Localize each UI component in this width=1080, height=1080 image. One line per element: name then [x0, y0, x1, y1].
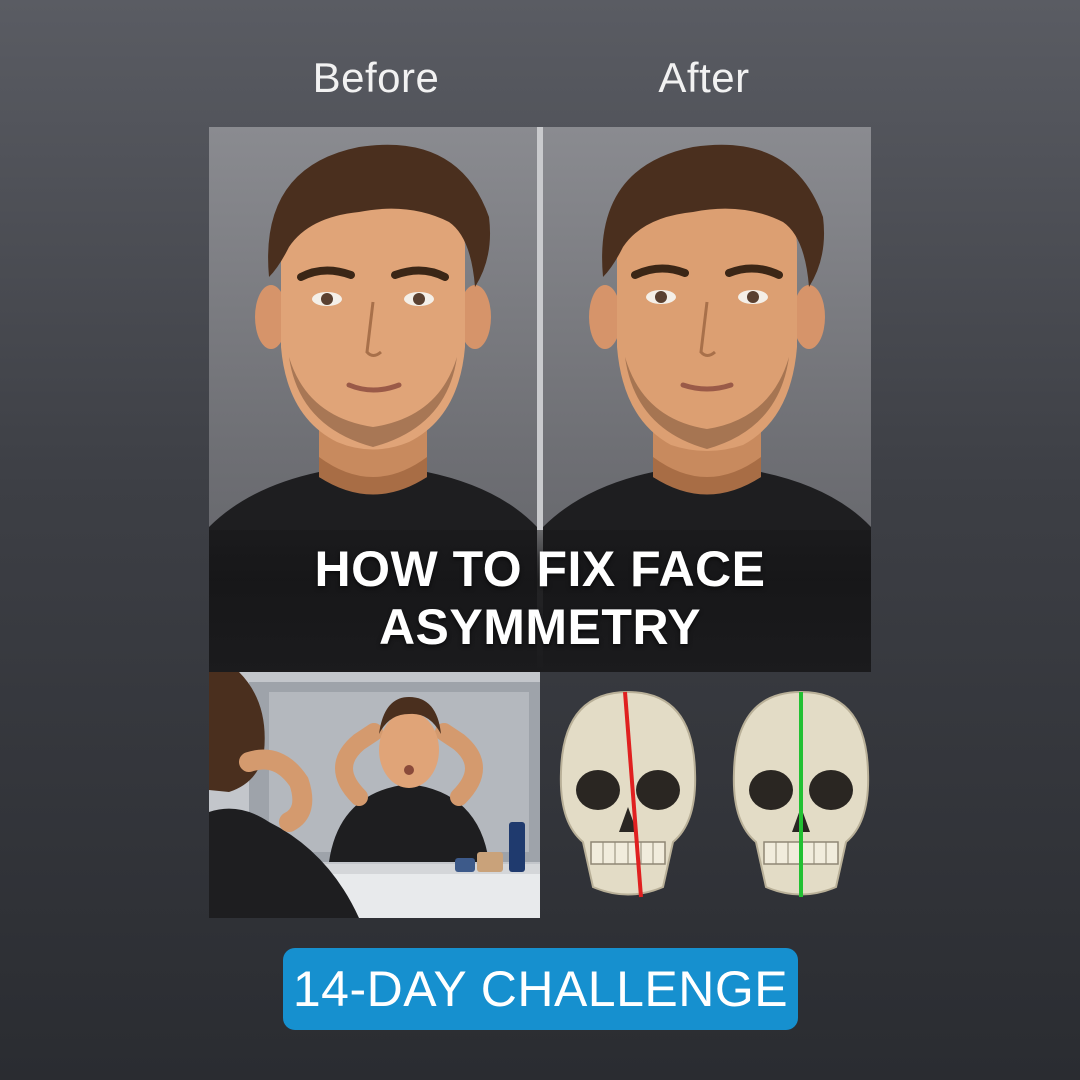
after-label: After: [658, 54, 750, 101]
skull-comparison: [543, 672, 871, 918]
mirror-exercise-image: [209, 672, 540, 918]
mirror-exercise-illustration: [209, 672, 540, 918]
skull-asymmetric-icon: [559, 690, 697, 898]
skull-symmetric-icon: [732, 690, 870, 897]
before-label: Before: [312, 54, 440, 101]
headline-line-1: HOW TO FIX FACE: [314, 541, 766, 597]
headline-line-2: ASYMMETRY: [378, 599, 702, 655]
headline: HOW TO FIX FACE ASYMMETRY: [209, 540, 871, 656]
challenge-button[interactable]: 14-DAY CHALLENGE: [283, 948, 798, 1030]
